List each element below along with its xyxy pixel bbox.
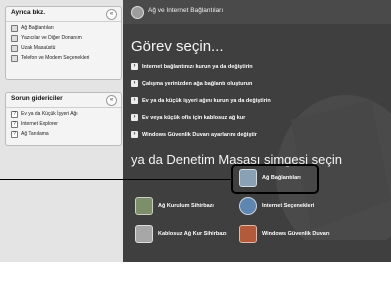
item-label: Internet Seçenekleri bbox=[262, 203, 315, 209]
sidebar-link-remote-desktop[interactable]: Uzak Masaüstü bbox=[11, 45, 121, 52]
task-label: Windows Güvenlik Duvarı ayarlarını değiş… bbox=[142, 131, 257, 138]
printer-icon bbox=[11, 35, 18, 42]
internet-options-icon bbox=[239, 197, 257, 215]
help-icon: ? bbox=[11, 131, 18, 138]
item-label: Ağ Kurulum Sihirbazı bbox=[158, 203, 214, 209]
sidebar-link-label: Internet Explorer bbox=[21, 121, 58, 127]
task-link-home-network[interactable]: › Ev ya da küçük işyeri ağını kurun ya d… bbox=[131, 97, 271, 104]
task-link-wireless[interactable]: › Ev veya küçük ofis için kablosuz ağ ku… bbox=[131, 114, 245, 121]
arrow-icon: › bbox=[131, 114, 138, 121]
help-icon: ? bbox=[11, 111, 18, 118]
sidebar-link-label: Uzak Masaüstü bbox=[21, 45, 56, 51]
sidebar-link-network-diagnostics[interactable]: ? Ağ Tanılama bbox=[11, 131, 121, 138]
sidebar-link-label: Yazıcılar ve Diğer Donanım bbox=[21, 35, 82, 41]
troubleshooters-panel: Sorun gidericiler « ? Ev ya da Küçük İşy… bbox=[5, 92, 122, 146]
callout-line bbox=[0, 179, 232, 180]
wireless-setup-icon bbox=[135, 225, 153, 243]
sidebar-link-label: Ağ Tanılama bbox=[21, 131, 49, 137]
sidebar: Ayrıca bkz. « Ağ Bağlantıları Yazıcılar … bbox=[0, 0, 123, 262]
page-title: Ağ ve Internet Bağlantıları bbox=[148, 7, 224, 14]
sidebar-link-phone-modem[interactable]: Telefon ve Modem Seçenekleri bbox=[11, 55, 121, 62]
task-label: Internet bağlantınızı kurun ya da değişt… bbox=[142, 63, 253, 70]
main-area: Ağ ve Internet Bağlantıları Görev seçin.… bbox=[123, 0, 391, 262]
help-icon: ? bbox=[11, 121, 18, 128]
collapse-icon[interactable]: « bbox=[106, 9, 117, 20]
arrow-icon: › bbox=[131, 131, 138, 138]
network-setup-icon bbox=[135, 197, 153, 215]
see-also-title: Ayrıca bkz. bbox=[11, 9, 46, 16]
troubleshooters-title: Sorun gidericiler bbox=[11, 95, 63, 102]
collapse-icon[interactable]: « bbox=[106, 95, 117, 106]
arrow-icon: › bbox=[131, 63, 138, 70]
troubleshooters-header[interactable]: Sorun gidericiler « bbox=[6, 93, 121, 108]
task-label: Ev veya küçük ofis için kablosuz ağ kur bbox=[142, 114, 246, 121]
item-label: Windows Güvenlik Duvarı bbox=[262, 231, 330, 237]
task-label: Ev ya da küçük işyeri ağını kurun ya da … bbox=[142, 97, 271, 104]
sidebar-link-label: Ağ Bağlantıları bbox=[21, 25, 54, 31]
task-link-internet[interactable]: › Internet bağlantınızı kurun ya da deği… bbox=[131, 63, 253, 70]
see-also-panel: Ayrıca bkz. « Ağ Bağlantıları Yazıcılar … bbox=[5, 6, 122, 80]
see-also-header[interactable]: Ayrıca bkz. « bbox=[6, 7, 121, 22]
windows-firewall-item[interactable]: Windows Güvenlik Duvarı bbox=[239, 225, 330, 243]
control-panel-window: Ayrıca bkz. « Ağ Bağlantıları Yazıcılar … bbox=[0, 0, 391, 283]
highlight-frame bbox=[231, 164, 319, 194]
firewall-icon bbox=[239, 225, 257, 243]
network-connections-icon bbox=[11, 25, 18, 32]
phone-icon bbox=[11, 55, 18, 62]
task-heading: Görev seçin... bbox=[131, 38, 224, 55]
sidebar-link-label: Ev ya da Küçük İşyeri Ağı bbox=[21, 111, 78, 117]
task-link-firewall[interactable]: › Windows Güvenlik Duvarı ayarlarını değ… bbox=[131, 131, 257, 138]
sidebar-link-printers[interactable]: Yazıcılar ve Diğer Donanım bbox=[11, 35, 121, 42]
remote-desktop-icon bbox=[11, 45, 18, 52]
sidebar-link-label: Telefon ve Modem Seçenekleri bbox=[21, 55, 90, 61]
sidebar-link-internet-explorer[interactable]: ? Internet Explorer bbox=[11, 121, 121, 128]
task-link-workplace[interactable]: › Çalışma yerinizden ağa bağlantı oluştu… bbox=[131, 80, 252, 87]
wireless-setup-wizard-item[interactable]: Kablosuz Ağ Kur Sihirbazı bbox=[135, 225, 227, 243]
arrow-icon: › bbox=[131, 97, 138, 104]
arrow-icon: › bbox=[131, 80, 138, 87]
sidebar-link-home-network[interactable]: ? Ev ya da Küçük İşyeri Ağı bbox=[11, 111, 121, 118]
internet-options-item[interactable]: Internet Seçenekleri bbox=[239, 197, 314, 215]
item-label: Kablosuz Ağ Kur Sihirbazı bbox=[158, 231, 227, 237]
network-setup-wizard-item[interactable]: Ağ Kurulum Sihirbazı bbox=[135, 197, 214, 215]
globe-icon bbox=[131, 6, 144, 19]
sidebar-link-network-connections[interactable]: Ağ Bağlantıları bbox=[11, 25, 121, 32]
task-label: Çalışma yerinizden ağa bağlantı oluşturu… bbox=[142, 80, 253, 87]
